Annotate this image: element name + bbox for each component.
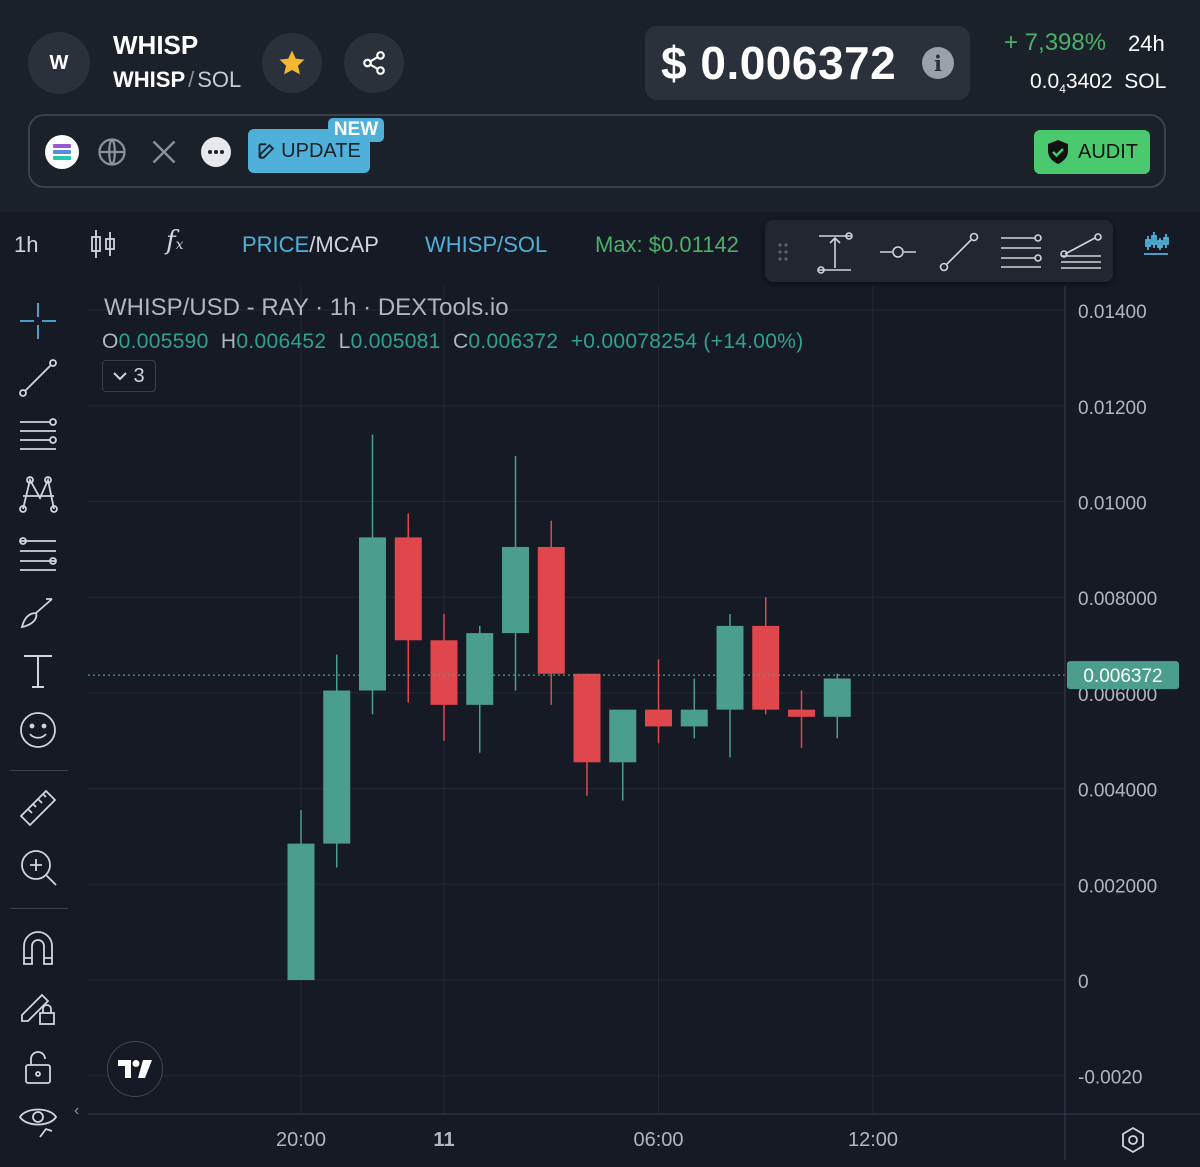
indicators-collapse-button[interactable]: 3 <box>102 360 156 392</box>
candle-body <box>716 625 744 710</box>
candle-body <box>287 843 315 980</box>
last-price-label: 0.006372 <box>1083 666 1162 687</box>
candle-body <box>502 546 529 634</box>
lock-drawing-icon[interactable] <box>18 987 58 1027</box>
drag-handle-icon[interactable] <box>777 242 789 262</box>
indicators-icon[interactable]: fx <box>166 226 184 256</box>
high-value: 0.006452 <box>236 330 327 353</box>
horizontal-lines-icon[interactable] <box>18 416 58 456</box>
candle-body <box>430 640 458 705</box>
candle-body <box>680 709 708 727</box>
candle-change: +0.00078254 (+14.00%) <box>570 330 804 353</box>
tradingview-logo[interactable] <box>107 1041 163 1097</box>
zoom-in-icon[interactable] <box>18 847 58 887</box>
crosshair-icon[interactable] <box>18 301 58 341</box>
candle-body <box>823 678 851 717</box>
candle-body <box>752 625 780 710</box>
close-label: C <box>452 330 469 353</box>
unlock-icon[interactable] <box>18 1047 58 1087</box>
candle-body <box>573 673 601 763</box>
ruler-icon[interactable] <box>18 788 58 828</box>
toolbar-divider <box>10 908 68 909</box>
max-price-label: Max: $0.01142 <box>595 232 739 257</box>
price-chart[interactable]: -0.002000.0020000.0040000.0060000.008000… <box>0 0 1200 1167</box>
y-tick-label: 0.002000 <box>1078 876 1157 897</box>
eye-icon[interactable] <box>18 1101 58 1141</box>
settings-icon[interactable] <box>1119 1126 1147 1154</box>
magnet-icon[interactable] <box>18 928 58 968</box>
ohlc-legend: O0.005590 H0.006452 L0.005081 C0.006372 … <box>102 330 804 354</box>
candle-body <box>609 709 637 763</box>
y-tick-label: 0.01400 <box>1078 302 1147 323</box>
parallel-channel-tool-icon[interactable] <box>999 234 1043 270</box>
emoji-icon[interactable] <box>18 710 58 750</box>
candle-body <box>394 537 422 641</box>
brush-icon[interactable] <box>18 593 58 633</box>
pattern-tool-icon[interactable] <box>18 474 58 514</box>
price-mcap-toggle[interactable]: PRICE/MCAP <box>242 232 379 258</box>
time-axis: 20:00 11 06:00 12:00 <box>88 1113 1200 1151</box>
floating-drawing-toolbar <box>765 220 1113 282</box>
candles <box>88 434 1065 980</box>
price-range-tool-icon[interactable] <box>815 232 855 274</box>
y-tick-label: 0.008000 <box>1078 589 1157 610</box>
candle-body <box>466 633 494 705</box>
chart-style-icon[interactable] <box>1142 230 1170 262</box>
y-tick-label: 0.01200 <box>1078 398 1147 419</box>
collapsed-count: 3 <box>133 364 145 387</box>
y-tick-label: 0.01000 <box>1078 494 1147 515</box>
open-value: 0.005590 <box>118 330 209 353</box>
horizontal-ray-tool-icon[interactable] <box>879 242 917 262</box>
candle-body <box>645 709 672 727</box>
fib-tool-icon[interactable] <box>18 533 58 573</box>
candle-body <box>359 537 386 691</box>
candle-body <box>323 690 351 844</box>
x-tick-label: 11 <box>433 1129 454 1151</box>
trend-line-tool-icon[interactable] <box>939 232 979 272</box>
open-label: O <box>102 330 119 353</box>
candle-type-icon[interactable] <box>90 228 116 266</box>
interval-selector[interactable]: 1h <box>14 232 38 258</box>
candle-body <box>537 546 565 674</box>
toolbar-divider <box>10 770 68 771</box>
drawing-tools-sidebar <box>0 288 76 1167</box>
tradingview-icon <box>118 1060 152 1078</box>
close-value: 0.006372 <box>468 330 559 353</box>
chart-title: WHISP/USD - RAY · 1h · DEXTools.io <box>104 294 509 321</box>
fib-retracement-tool-icon[interactable] <box>1059 232 1103 272</box>
text-tool-icon[interactable] <box>18 651 58 691</box>
collapse-sidebar-icon[interactable]: ‹ <box>74 1102 79 1120</box>
y-tick-label: 0 <box>1078 972 1089 993</box>
high-label: H <box>220 330 237 353</box>
candle-body <box>788 709 815 717</box>
x-tick-label: 06:00 <box>633 1129 683 1151</box>
low-label: L <box>338 330 351 353</box>
price-option[interactable]: PRICE <box>242 232 309 257</box>
price-axis: -0.002000.0020000.0040000.0060000.008000… <box>1064 286 1179 1160</box>
mcap-option[interactable]: MCAP <box>315 232 379 257</box>
low-value: 0.005081 <box>350 330 441 353</box>
x-tick-label: 12:00 <box>848 1129 898 1151</box>
y-tick-label: 0.004000 <box>1078 781 1157 802</box>
trend-line-icon[interactable] <box>18 358 58 398</box>
x-tick-label: 20:00 <box>276 1129 326 1151</box>
chevron-down-icon <box>113 372 128 381</box>
pair-quote-toggle[interactable]: WHISP/SOL <box>425 232 547 258</box>
y-tick-label: -0.0020 <box>1078 1068 1142 1089</box>
